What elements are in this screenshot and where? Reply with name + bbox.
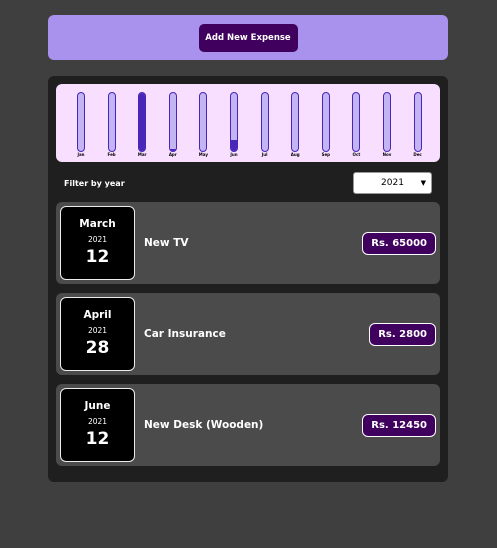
expense-date-day: 28 bbox=[85, 338, 110, 358]
expense-date-month: June bbox=[84, 400, 111, 412]
chart-bar-mar: Mar bbox=[134, 84, 150, 162]
chart-bar-track bbox=[138, 92, 147, 152]
chart-bar-track bbox=[413, 92, 422, 152]
expense-date-month: March bbox=[79, 218, 116, 230]
expense-date: April 2021 28 bbox=[60, 297, 135, 371]
chart-bar-jul: Jul bbox=[257, 84, 273, 162]
chart-bar-fill bbox=[231, 139, 237, 151]
chart-bar-label: Jul bbox=[261, 152, 268, 157]
expense-title: New Desk (Wooden) bbox=[144, 419, 264, 431]
chart-bar-label: May bbox=[198, 152, 208, 157]
chart-bar-label: Feb bbox=[107, 152, 116, 157]
chart-bar-label: Nov bbox=[382, 152, 392, 157]
chart-bar-track bbox=[199, 92, 208, 152]
filter-label: Filter by year bbox=[64, 178, 125, 188]
chart-bar-nov: Nov bbox=[379, 84, 395, 162]
chart-bar-label: Jun bbox=[230, 152, 238, 157]
chart-bar-label: Apr bbox=[168, 152, 177, 157]
year-select-value: 2021 bbox=[381, 178, 404, 188]
chart-bar-track bbox=[291, 92, 300, 152]
chart-bar-may: May bbox=[195, 84, 211, 162]
expense-date-day: 12 bbox=[85, 429, 110, 449]
chart-bar-apr: Apr bbox=[165, 84, 181, 162]
expense-date-year: 2021 bbox=[87, 417, 108, 426]
year-select[interactable]: 2021 ▼ bbox=[353, 172, 432, 194]
chart-bar-oct: Oct bbox=[348, 84, 364, 162]
expense-title: Car Insurance bbox=[144, 328, 226, 340]
chart-bar-label: Aug bbox=[290, 152, 300, 157]
chart-bar-label: Sep bbox=[321, 152, 331, 157]
chart-bar-label: Mar bbox=[137, 152, 147, 157]
expenses-chart: Jan Feb Mar Apr May Jun Jul Aug Sep Oct Nov Dec bbox=[56, 84, 440, 162]
chart-bar-sep: Sep bbox=[318, 84, 334, 162]
chart-bar-dec: Dec bbox=[410, 84, 426, 162]
chart-bar-label: Jan bbox=[77, 152, 85, 157]
chart-bar-track bbox=[77, 92, 85, 152]
expense-date: June 2021 12 bbox=[60, 388, 135, 462]
chevron-down-icon: ▼ bbox=[420, 179, 426, 187]
expense-date-year: 2021 bbox=[87, 235, 108, 244]
expense-title: New TV bbox=[144, 237, 189, 249]
expense-item[interactable]: June 2021 12 New Desk (Wooden) Rs. 12450 bbox=[56, 384, 440, 466]
new-expense-panel: Add New Expense bbox=[48, 15, 448, 60]
expenses-panel: Jan Feb Mar Apr May Jun Jul Aug Sep Oct Nov Dec Fil… bbox=[48, 76, 448, 482]
chart-bar-label: Oct bbox=[352, 152, 361, 157]
add-new-expense-button[interactable]: Add New Expense bbox=[198, 23, 298, 52]
expenses-filter: Filter by year 2021 ▼ bbox=[64, 172, 432, 194]
expense-amount: Rs. 2800 bbox=[369, 323, 436, 346]
chart-bar-jan: Jan bbox=[73, 84, 89, 162]
chart-bar-track bbox=[107, 92, 116, 152]
expense-item[interactable]: April 2021 28 Car Insurance Rs. 2800 bbox=[56, 293, 440, 375]
expense-date: March 2021 12 bbox=[60, 206, 135, 280]
chart-bar-track bbox=[230, 92, 238, 152]
chart-bar-track bbox=[321, 92, 330, 152]
expense-date-day: 12 bbox=[85, 247, 110, 267]
chart-bar-fill bbox=[139, 93, 146, 151]
chart-bar-track bbox=[352, 92, 361, 152]
chart-bar-label: Dec bbox=[413, 152, 422, 157]
chart-bar-fill bbox=[169, 148, 176, 151]
expense-item[interactable]: March 2021 12 New TV Rs. 65000 bbox=[56, 202, 440, 284]
chart-bar-aug: Aug bbox=[287, 84, 303, 162]
chart-bar-feb: Feb bbox=[104, 84, 120, 162]
expense-amount: Rs. 12450 bbox=[362, 414, 436, 437]
expense-date-year: 2021 bbox=[87, 326, 108, 335]
chart-bar-jun: Jun bbox=[226, 84, 242, 162]
expense-amount: Rs. 65000 bbox=[362, 232, 436, 255]
chart-bar-track bbox=[168, 92, 177, 152]
expense-date-month: April bbox=[83, 309, 112, 321]
chart-bar-track bbox=[383, 92, 391, 152]
chart-bar-track bbox=[260, 92, 269, 152]
